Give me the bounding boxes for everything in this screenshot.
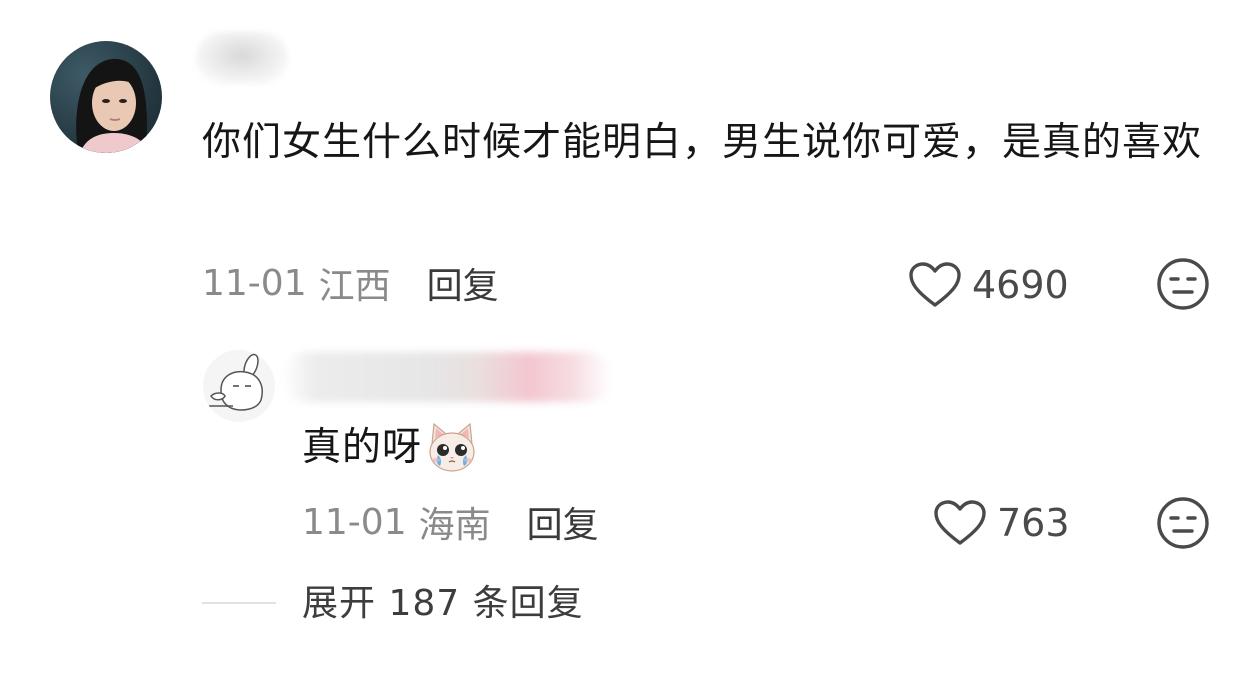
like-button[interactable]: 4690 [908, 258, 1069, 312]
reply-like-button[interactable]: 763 [933, 496, 1070, 550]
crying-cat-emoji [429, 422, 475, 472]
reply-date: 11-01 [302, 501, 407, 543]
reply-like-count: 763 [997, 501, 1070, 545]
like-count: 4690 [972, 263, 1069, 307]
expand-divider [202, 602, 276, 604]
reply-reply-button[interactable]: 回复 [527, 496, 599, 548]
neutral-face-icon [1157, 258, 1209, 310]
neutral-face-icon [1157, 497, 1209, 549]
reply-button[interactable]: 回复 [427, 257, 499, 309]
comment-text: 你们女生什么时候才能明白，男生说你可爱，是真的喜欢 [202, 120, 1203, 165]
comment-location: 江西 [318, 266, 391, 307]
reply-text-row: 真的呀 [302, 418, 480, 478]
reply-location: 海南 [418, 505, 491, 546]
blurred-username[interactable] [196, 32, 288, 84]
reply-meta: 11-01 海南 回复 [302, 494, 599, 550]
reply-dislike-button[interactable] [1156, 496, 1210, 554]
dislike-button[interactable] [1156, 257, 1210, 315]
expand-replies-button[interactable]: 展开 187 条回复 [302, 578, 584, 630]
heart-outline-icon [934, 500, 986, 545]
reply-avatar[interactable] [203, 350, 275, 422]
heart-outline-icon [909, 262, 961, 307]
comment-date: 11-01 [202, 262, 307, 304]
avatar[interactable] [50, 41, 162, 153]
comment-meta: 11-01 江西 回复 [202, 255, 499, 311]
reply-text: 真的呀 [302, 425, 423, 470]
blurred-reply-username[interactable] [282, 352, 612, 402]
